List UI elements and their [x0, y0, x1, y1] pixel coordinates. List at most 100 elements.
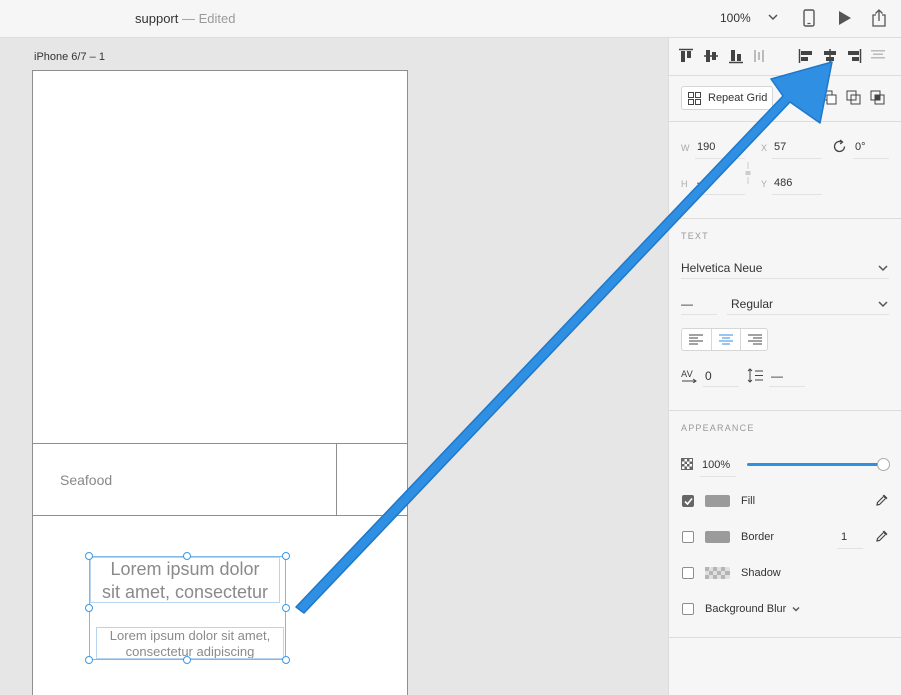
align-middle-icon[interactable] — [703, 48, 719, 64]
chevron-down-icon[interactable] — [767, 11, 779, 23]
font-size-input[interactable]: — — [681, 297, 693, 311]
field-underline — [703, 386, 739, 387]
fill-label: Fill — [741, 495, 756, 507]
width-label: W — [681, 143, 690, 153]
property-inspector: Repeat Grid W 190 X 57 0° H — Y 486 TEXT… — [668, 38, 901, 695]
border-checkbox[interactable] — [682, 531, 694, 543]
distribute-horizontal-icon[interactable] — [870, 48, 886, 60]
lorem-title-text[interactable]: Lorem ipsum dolor sit amet, consectetur — [90, 557, 280, 603]
lorem-title-line: Lorem ipsum dolor — [110, 559, 260, 579]
background-blur-label[interactable]: Background Blur — [705, 603, 786, 615]
align-right-icon[interactable] — [846, 48, 862, 64]
resize-handle[interactable] — [282, 656, 290, 664]
font-family-select[interactable]: Helvetica Neue — [681, 261, 762, 275]
border-width-input[interactable]: 1 — [841, 531, 847, 543]
divider — [33, 515, 407, 516]
rotation-input[interactable]: 0° — [855, 141, 866, 153]
field-underline — [853, 158, 889, 159]
boolean-intersect-icon[interactable] — [870, 90, 885, 105]
resize-handle[interactable] — [85, 604, 93, 612]
resize-handle[interactable] — [282, 604, 290, 612]
lorem-body-line: Lorem ipsum dolor sit amet, — [109, 628, 271, 643]
chevron-down-icon[interactable] — [791, 604, 801, 614]
y-label: Y — [761, 179, 768, 189]
resize-handle[interactable] — [85, 656, 93, 664]
lorem-body-text[interactable]: Lorem ipsum dolor sit amet, consectetur … — [96, 627, 284, 659]
lock-aspect-icon[interactable] — [744, 162, 752, 184]
appearance-section-title: APPEARANCE — [681, 423, 755, 433]
repeat-grid-icon — [688, 92, 701, 105]
section-divider — [669, 637, 901, 638]
field-underline — [769, 386, 805, 387]
divider — [336, 443, 337, 515]
fill-checkbox[interactable] — [682, 495, 694, 507]
align-left-icon[interactable] — [798, 48, 814, 64]
document-status: — Edited — [178, 11, 236, 26]
rotate-icon — [833, 139, 846, 153]
line-spacing-input[interactable]: — — [771, 369, 783, 383]
device-preview-icon[interactable] — [803, 9, 815, 27]
x-input[interactable]: 57 — [774, 141, 786, 153]
share-icon[interactable] — [871, 9, 887, 28]
resize-handle[interactable] — [183, 656, 191, 664]
chevron-down-icon[interactable] — [877, 262, 889, 274]
shadow-checkbox[interactable] — [682, 567, 694, 579]
section-divider — [669, 410, 901, 411]
text-align-left-icon — [689, 334, 703, 345]
field-underline — [727, 314, 889, 315]
distribute-vertical-icon[interactable] — [753, 48, 765, 64]
opacity-icon — [681, 458, 693, 470]
field-underline — [772, 194, 822, 195]
text-align-right-button[interactable] — [740, 329, 769, 350]
align-top-icon[interactable] — [678, 48, 694, 64]
lorem-title-line: sit amet, consectetur — [101, 582, 269, 602]
text-section-title: TEXT — [681, 231, 709, 241]
resize-handle[interactable] — [282, 552, 290, 560]
shadow-swatch[interactable] — [705, 567, 730, 579]
font-weight-select[interactable]: Regular — [731, 297, 773, 311]
cell-label[interactable]: Seafood — [60, 472, 112, 488]
text-align-left-button[interactable] — [682, 329, 711, 350]
align-bottom-icon[interactable] — [728, 48, 744, 64]
width-input[interactable]: 190 — [697, 141, 715, 153]
background-blur-checkbox[interactable] — [682, 603, 694, 615]
boolean-subtract-icon[interactable] — [846, 90, 861, 105]
text-align-right-icon — [748, 334, 762, 345]
opacity-slider[interactable] — [747, 463, 885, 466]
x-label: X — [761, 143, 768, 153]
y-input[interactable]: 486 — [774, 177, 792, 189]
text-align-center-button[interactable] — [711, 329, 740, 350]
text-align-group — [681, 328, 768, 351]
field-underline — [837, 548, 863, 549]
svg-text:AV: AV — [681, 370, 694, 380]
zoom-level[interactable]: 100% — [720, 11, 751, 25]
checkmark-icon — [684, 497, 693, 506]
resize-handle[interactable] — [183, 552, 191, 560]
height-input[interactable]: — — [697, 177, 708, 189]
boolean-add-icon[interactable] — [822, 90, 837, 105]
chevron-down-icon[interactable] — [877, 298, 889, 310]
document-name: support — [135, 11, 179, 26]
field-underline — [695, 158, 745, 159]
border-color-swatch[interactable] — [705, 531, 730, 543]
height-label: H — [681, 179, 688, 189]
play-icon[interactable] — [837, 9, 853, 27]
repeat-grid-button[interactable]: Repeat Grid — [681, 86, 773, 110]
field-underline — [772, 158, 822, 159]
field-underline — [695, 194, 745, 195]
resize-handle[interactable] — [85, 552, 93, 560]
border-label: Border — [741, 531, 775, 543]
align-center-icon[interactable] — [822, 48, 838, 64]
fill-color-swatch[interactable] — [705, 495, 730, 507]
shadow-label: Shadow — [741, 567, 781, 579]
opacity-slider-handle[interactable] — [877, 458, 890, 471]
eyedropper-icon[interactable] — [875, 529, 889, 543]
character-spacing-icon: AV — [681, 370, 697, 383]
eyedropper-icon[interactable] — [875, 493, 889, 507]
alignment-toolbar — [669, 38, 901, 76]
text-align-center-icon — [719, 334, 733, 345]
repeat-grid-label: Repeat Grid — [708, 92, 768, 104]
artboard-label[interactable]: iPhone 6/7 – 1 — [34, 51, 105, 63]
opacity-input[interactable]: 100% — [702, 459, 730, 471]
character-spacing-input[interactable]: 0 — [705, 369, 712, 383]
